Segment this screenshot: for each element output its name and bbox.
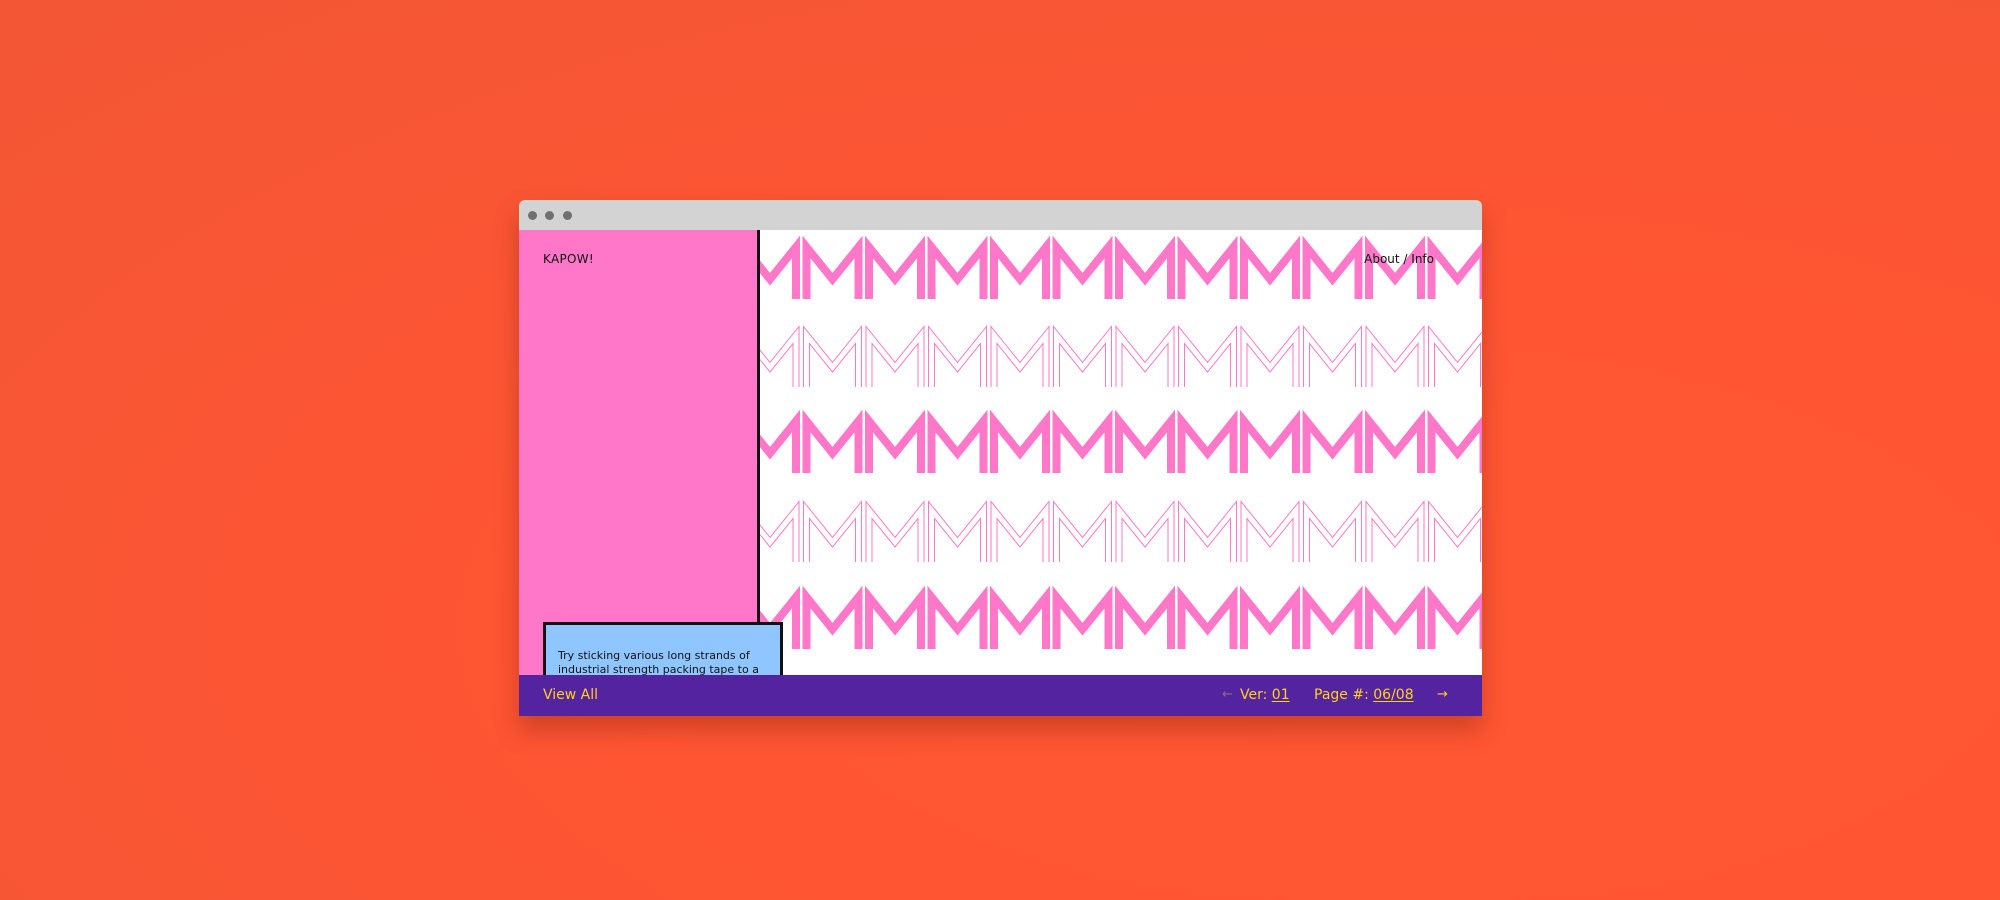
m-glyph-solid (927, 409, 988, 473)
m-glyph-solid (1052, 409, 1113, 473)
m-glyph-outline-inner (929, 502, 986, 562)
page-indicator: Page #: 06/08 (1314, 687, 1414, 703)
m-glyph-outline-inner (1054, 502, 1111, 562)
m-glyph-outline-inner (1116, 327, 1174, 387)
m-glyph-solid (1115, 585, 1175, 649)
brand-logo-text[interactable]: KAPOW! (543, 252, 594, 266)
view-all-link[interactable]: View All (543, 687, 598, 703)
m-glyph-outline-inner (1179, 327, 1236, 387)
m-glyph-outline-inner (1179, 502, 1236, 562)
m-glyph-pattern (760, 235, 1482, 649)
m-glyph-solid (990, 409, 1050, 473)
page-value[interactable]: 06/08 (1373, 687, 1413, 703)
m-glyph-solid (865, 409, 925, 473)
m-glyph-solid (802, 585, 863, 649)
m-glyph-outline-inner (804, 327, 861, 387)
footer-bar: View All ← Ver: 01 Page #: 06/08 → (519, 675, 1482, 716)
browser-window: KAPOW! About / Info Try sticking various… (519, 200, 1482, 716)
about-info-link[interactable]: About / Info (1364, 252, 1434, 266)
m-glyph-solid (865, 235, 925, 299)
m-glyph-solid (1115, 409, 1175, 473)
m-glyph-outline-inner (760, 327, 799, 387)
m-glyph-outline-inner (1116, 502, 1174, 562)
version-value[interactable]: 01 (1272, 687, 1290, 703)
m-glyph-solid (760, 235, 800, 299)
window-minimize-dot[interactable] (545, 211, 554, 220)
m-glyph-outline-inner (1366, 327, 1424, 387)
m-glyph-outline-inner (804, 502, 861, 562)
m-glyph-outline-inner (991, 327, 1049, 387)
m-glyph-solid (1427, 409, 1482, 473)
m-glyph-solid (1240, 235, 1300, 299)
m-glyph-outline-inner (1366, 502, 1424, 562)
m-glyph-solid (1177, 409, 1238, 473)
m-glyph-solid (1302, 409, 1363, 473)
m-glyph-solid (1365, 409, 1425, 473)
m-glyph-solid (1177, 235, 1238, 299)
sidebar-panel: KAPOW! (519, 230, 760, 675)
m-glyph-solid (760, 409, 800, 473)
arrow-right-icon[interactable]: → (1437, 687, 1448, 702)
m-glyph-outline-inner (1304, 327, 1361, 387)
m-glyph-solid (1240, 585, 1300, 649)
m-glyph-solid (1302, 235, 1363, 299)
m-glyph-outline-inner (866, 327, 924, 387)
m-glyph-solid (802, 235, 863, 299)
m-glyph-solid (927, 585, 988, 649)
m-glyph-solid (865, 585, 925, 649)
m-glyph-solid (1427, 585, 1482, 649)
m-glyph-solid (1240, 409, 1300, 473)
version-label: Ver: (1240, 687, 1268, 703)
page-label: Page #: (1314, 687, 1369, 703)
m-glyph-solid (1427, 235, 1482, 299)
m-glyph-outline-inner (1241, 327, 1299, 387)
m-glyph-solid (802, 409, 863, 473)
window-maximize-dot[interactable] (563, 211, 572, 220)
m-glyph-outline-inner (929, 327, 986, 387)
m-glyph-solid (1302, 585, 1363, 649)
m-glyph-outline-inner (866, 502, 924, 562)
m-glyph-outline-inner (760, 502, 799, 562)
m-glyph-outline-inner (1304, 502, 1361, 562)
window-titlebar (519, 200, 1482, 230)
m-glyph-solid (927, 235, 988, 299)
m-glyph-outline-inner (1241, 502, 1299, 562)
m-glyph-solid (1115, 235, 1175, 299)
m-glyph-solid (1052, 235, 1113, 299)
m-glyph-outline-inner (1054, 327, 1111, 387)
m-glyph-solid (990, 585, 1050, 649)
m-glyph-solid (1052, 585, 1113, 649)
m-glyph-solid (990, 235, 1050, 299)
m-glyph-outline-inner (991, 502, 1049, 562)
m-glyph-solid (1177, 585, 1238, 649)
m-pattern-artwork (760, 230, 1482, 675)
m-glyph-solid (1365, 585, 1425, 649)
arrow-left-icon[interactable]: ← (1222, 687, 1233, 702)
window-close-dot[interactable] (528, 211, 537, 220)
version-indicator: Ver: 01 (1240, 687, 1290, 703)
